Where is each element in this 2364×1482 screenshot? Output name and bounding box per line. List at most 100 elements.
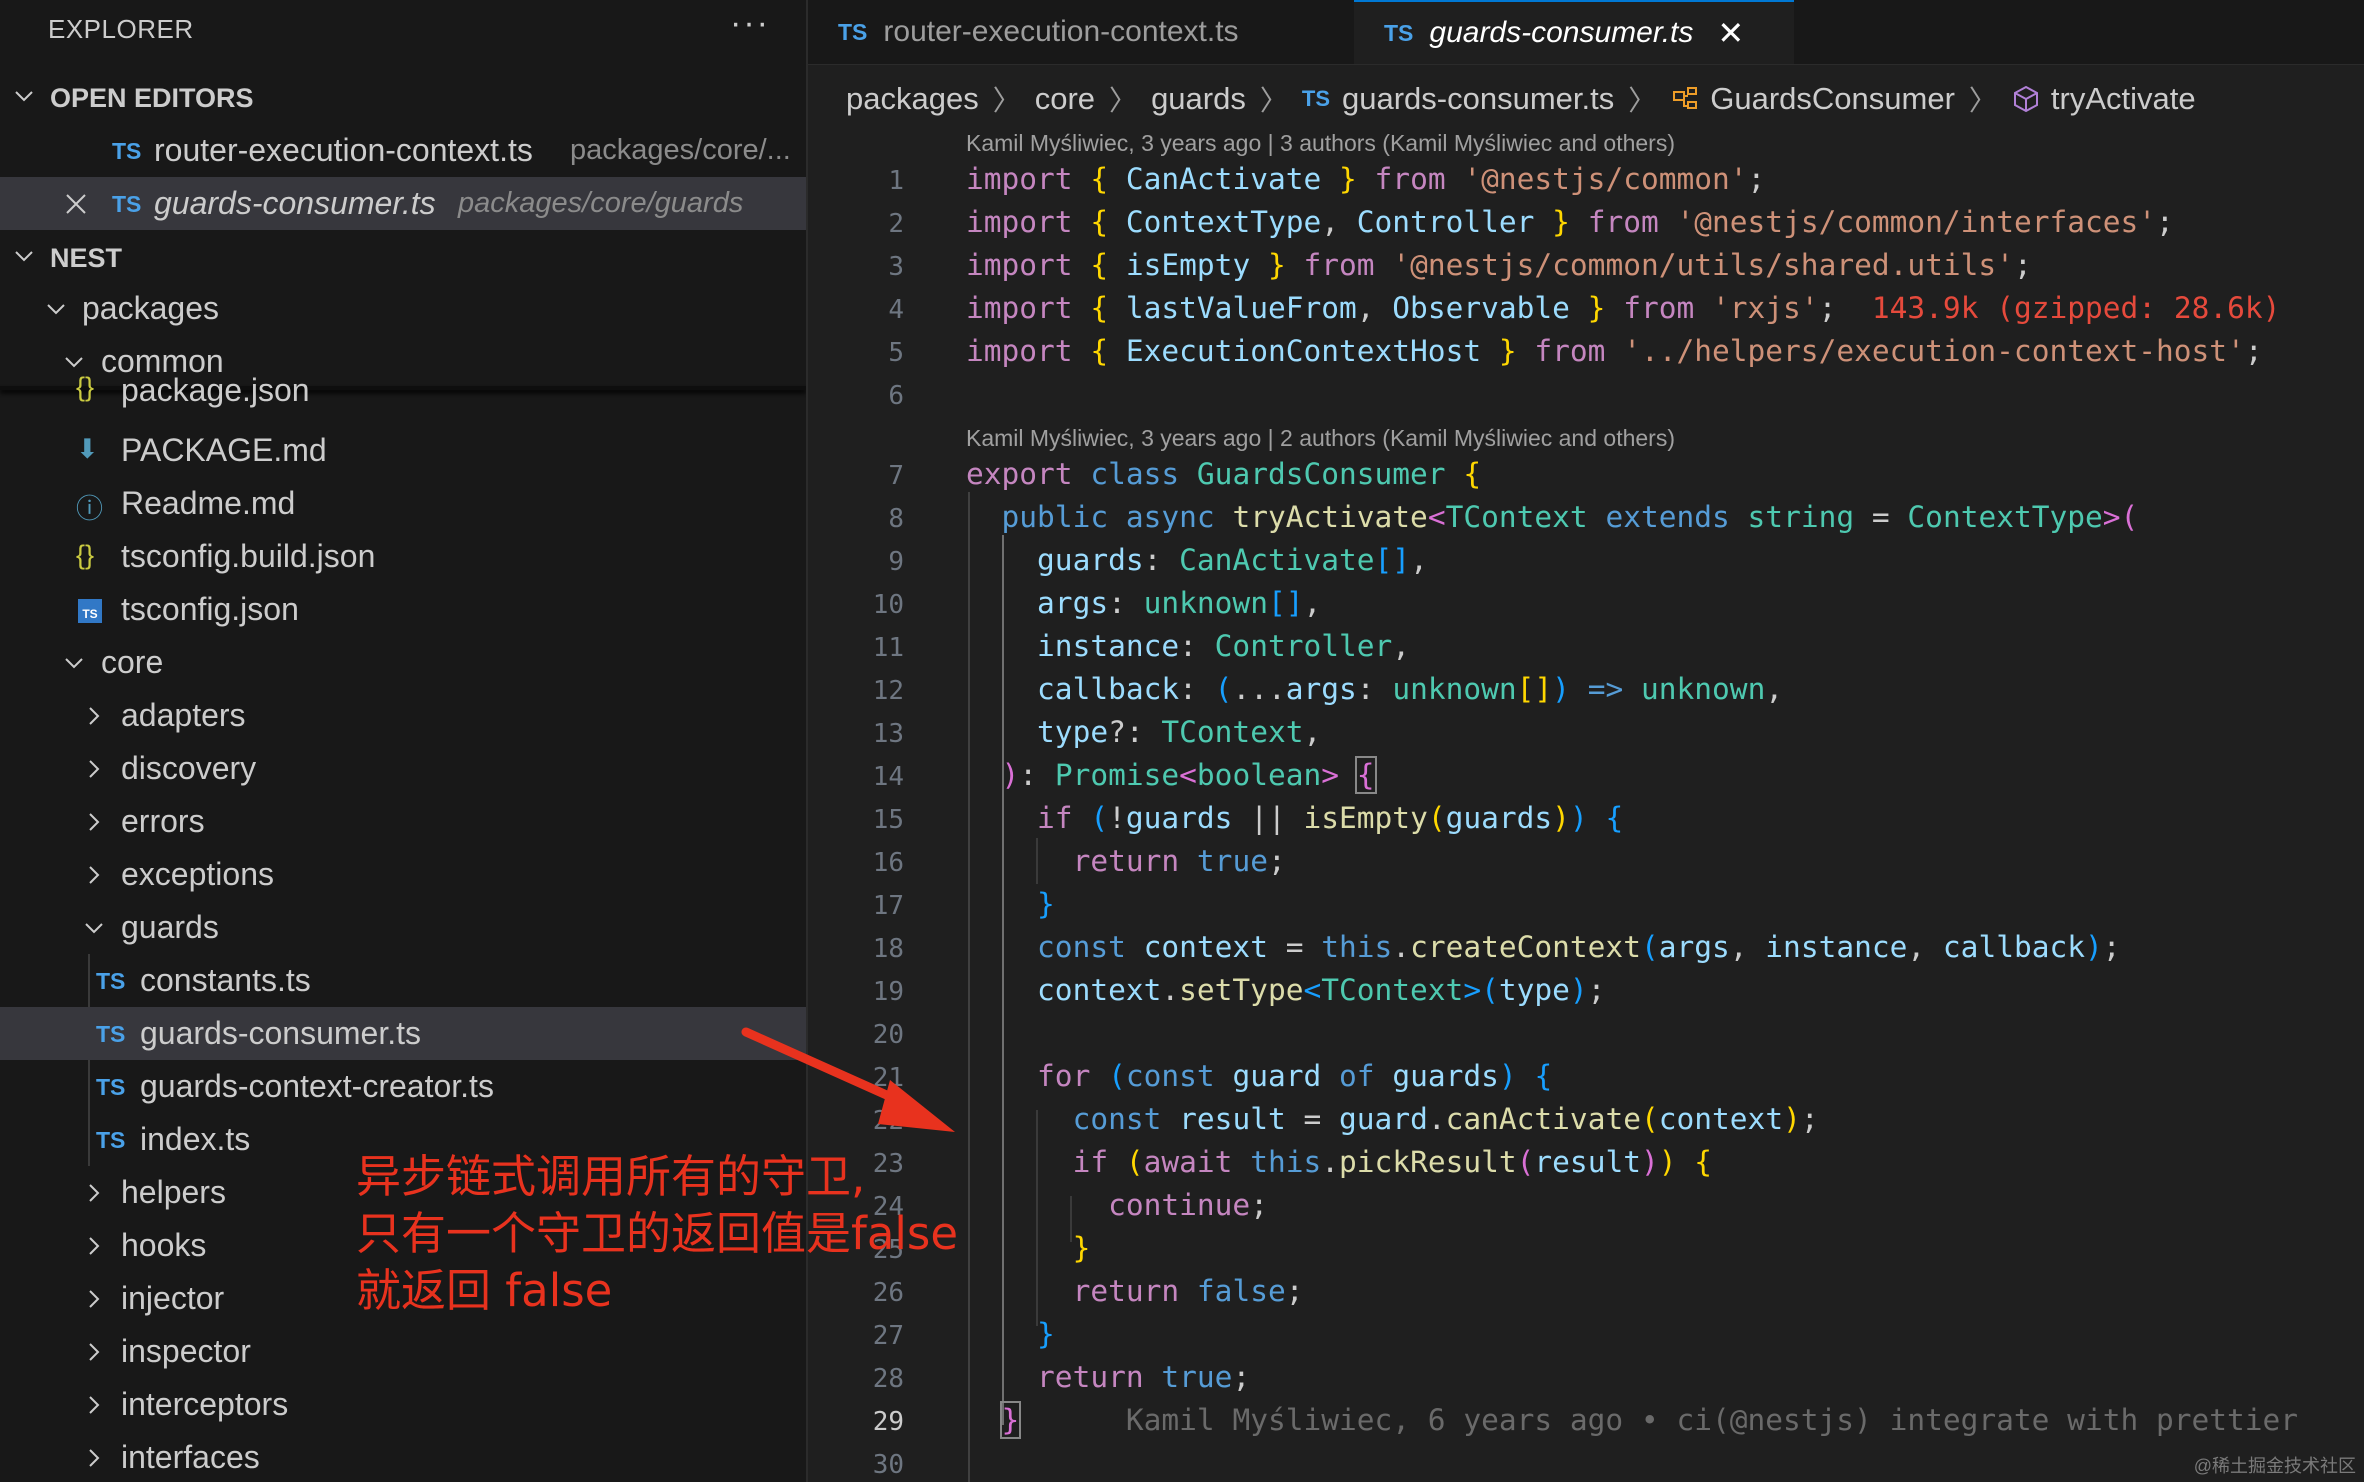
ts-file-icon: TS (1301, 86, 1330, 111)
line-number[interactable]: 15 (808, 805, 904, 835)
open-editor-path: packages/core/guards (458, 187, 744, 219)
line-number[interactable]: 13 (808, 719, 904, 749)
watermark: @稀土掘金技术社区 (2193, 1456, 2356, 1476)
tree-folder-core[interactable]: core (0, 636, 806, 689)
line-number[interactable]: 8 (808, 504, 904, 534)
class-icon (1673, 87, 1698, 109)
codelens-blame[interactable]: Kamil Myśliwiec, 3 years ago | 3 authors… (966, 130, 1675, 157)
line-number[interactable]: 30 (808, 1450, 904, 1480)
tree-file-tsconfig[interactable]: TS tsconfig.json (0, 583, 806, 636)
code-line: const result = guard.canActivate(context… (1072, 1102, 1819, 1136)
chevron-right-icon (89, 1396, 100, 1414)
tree-folder-exceptions[interactable]: exceptions (0, 848, 806, 901)
line-number[interactable]: 1 (808, 166, 904, 196)
line-number[interactable]: 12 (808, 676, 904, 706)
breadcrumb-item[interactable]: guards (1151, 81, 1246, 117)
code-line: instance: Controller, (1037, 629, 1411, 663)
breadcrumb-item[interactable]: GuardsConsumer (1710, 81, 1955, 117)
more-actions-icon[interactable]: ··· (730, 4, 770, 43)
open-editor-item-active[interactable]: TS guards-consumer.ts packages/core/guar… (0, 177, 806, 230)
tree-item-label: index.ts (140, 1121, 251, 1157)
chevron-right-icon (89, 1290, 100, 1308)
tree-item-label: interceptors (121, 1386, 289, 1422)
tree-item-label: hooks (121, 1227, 207, 1263)
line-number[interactable]: 3 (808, 252, 904, 282)
tree-file-readme[interactable]: ⓘ Readme.md (0, 477, 806, 530)
tree-item-label: constants.ts (140, 962, 311, 998)
code-line: public async tryActivate<TContext extend… (1001, 500, 2139, 534)
tree-file-guards-consumer[interactable]: TS guards-consumer.ts (0, 1007, 806, 1060)
chevron-down-icon (85, 923, 103, 934)
line-number[interactable]: 7 (808, 461, 904, 491)
tree-file-tsconfig-build[interactable]: {} tsconfig.build.json (0, 530, 806, 583)
line-number[interactable]: 27 (808, 1321, 904, 1351)
line-number[interactable]: 18 (808, 934, 904, 964)
line-number[interactable]: 17 (808, 891, 904, 921)
code-line: args: unknown[], (1037, 586, 1322, 620)
code-line: for (const guard of guards) { (1037, 1059, 1553, 1093)
line-number[interactable]: 5 (808, 338, 904, 368)
tree-item-label: package.json (121, 372, 310, 408)
chevron-down-icon (65, 357, 83, 368)
ts-file-icon: TS (96, 968, 126, 994)
code-line: } (1037, 1317, 1055, 1351)
tree-item-label: tsconfig.json (121, 591, 299, 627)
tree-folder-interfaces[interactable]: interfaces (0, 1431, 806, 1482)
markdown-download-icon: ⬇ (76, 434, 99, 464)
code-line: } Kamil Myśliwiec, 6 years ago • ci(@nes… (999, 1401, 2299, 1439)
line-number[interactable]: 10 (808, 590, 904, 620)
tree-folder-interceptors[interactable]: interceptors (0, 1378, 806, 1431)
tree-folder-guards[interactable]: guards (0, 901, 806, 954)
code-line: continue; (1108, 1188, 1268, 1222)
line-number[interactable]: 4 (808, 295, 904, 325)
line-number[interactable]: 28 (808, 1364, 904, 1394)
tree-folder-inspector[interactable]: inspector (0, 1325, 806, 1378)
codelens-blame[interactable]: Kamil Myśliwiec, 3 years ago | 2 authors… (966, 425, 1675, 452)
chevron-right-icon (89, 1343, 100, 1361)
tab-guards-consumer[interactable]: TS guards-consumer.ts ✕ (1354, 0, 1794, 64)
tree-file-constants[interactable]: TS constants.ts (0, 954, 806, 1007)
code-line: const context = this.createContext(args,… (1037, 930, 2121, 964)
tree-folder-packages[interactable]: packages (0, 282, 806, 335)
breadcrumb-item[interactable]: core (1035, 81, 1095, 117)
json-icon: {} (76, 372, 95, 402)
chevron-right-icon: 〉 (1259, 85, 1288, 116)
code-line: return true; (1037, 1360, 1251, 1394)
method-icon (2013, 85, 2038, 113)
line-number[interactable]: 16 (808, 848, 904, 878)
code-line: return false; (1072, 1274, 1304, 1308)
line-number[interactable]: 9 (808, 547, 904, 577)
line-number[interactable]: 19 (808, 977, 904, 1007)
open-editors-label: OPEN EDITORS (50, 82, 254, 113)
tree-item-label: tsconfig.build.json (121, 538, 376, 574)
breadcrumb-item[interactable]: packages (846, 81, 979, 117)
workspace-header[interactable]: NEST (0, 232, 806, 284)
tree-file-package-md[interactable]: ⬇ PACKAGE.md (0, 424, 806, 477)
close-icon[interactable] (64, 192, 88, 216)
code-line: callback: (...args: unknown[]) => unknow… (1037, 672, 1784, 706)
code-line: export class GuardsConsumer { (966, 457, 1482, 491)
tree-folder-discovery[interactable]: discovery (0, 742, 806, 795)
open-editor-item[interactable]: TS router-execution-context.ts packages/… (0, 124, 806, 177)
ts-file-icon: TS (838, 18, 868, 45)
line-number[interactable]: 29 (808, 1407, 904, 1437)
ts-file-icon: TS (96, 1127, 126, 1153)
line-number[interactable]: 6 (808, 381, 904, 411)
tree-folder-errors[interactable]: errors (0, 795, 806, 848)
chevron-right-icon (89, 1237, 100, 1255)
tree-folder-adapters[interactable]: adapters (0, 689, 806, 742)
tree-file-package-json[interactable]: {} package.json (0, 372, 806, 416)
tree-item-label: adapters (121, 697, 246, 733)
line-number[interactable]: 11 (808, 633, 904, 663)
code-line: } (1037, 887, 1055, 921)
close-tab-icon[interactable]: ✕ (1717, 14, 1744, 52)
tree-file-guards-context-creator[interactable]: TS guards-context-creator.ts (0, 1060, 806, 1113)
code-line: type?: TContext, (1037, 715, 1322, 749)
breadcrumb-item[interactable]: guards-consumer.ts (1342, 81, 1614, 117)
breadcrumb-item[interactable]: tryActivate (2051, 81, 2196, 117)
tab-router-execution-context[interactable]: TS router-execution-context.ts (838, 0, 1358, 64)
line-number[interactable]: 14 (808, 762, 904, 792)
open-editors-header[interactable]: OPEN EDITORS (0, 72, 806, 124)
line-number[interactable]: 2 (808, 209, 904, 239)
code-line: context.setType<TContext>(type); (1037, 973, 1606, 1007)
